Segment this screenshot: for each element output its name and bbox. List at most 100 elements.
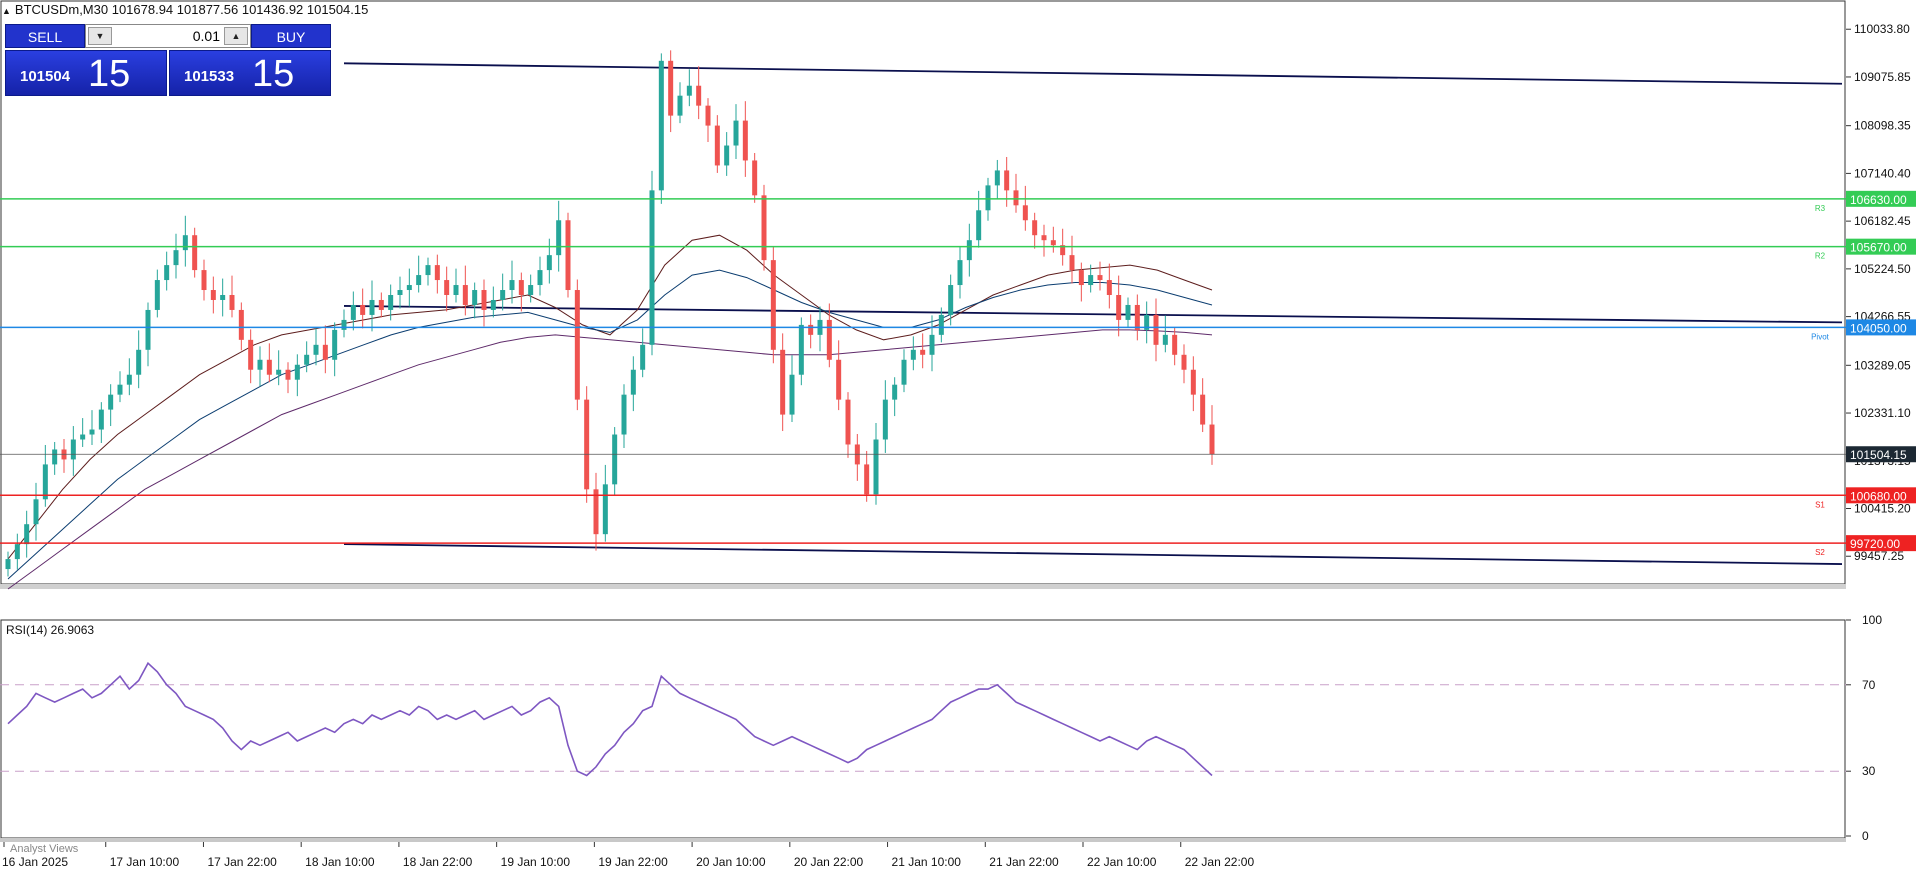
candle-body bbox=[528, 285, 534, 295]
collapse-triangle-icon[interactable]: ▲ bbox=[2, 6, 11, 16]
candle-body bbox=[696, 85, 702, 106]
price-tick-label: 108098.35 bbox=[1854, 119, 1911, 133]
chevron-up-icon[interactable]: ▲ bbox=[224, 27, 248, 45]
price-tick-label: 106182.45 bbox=[1854, 214, 1911, 228]
candle-body bbox=[210, 290, 216, 300]
candle-body bbox=[985, 185, 991, 211]
candle-body bbox=[780, 349, 786, 415]
rsi-title: RSI(14) 26.9063 bbox=[6, 623, 94, 637]
candle-body bbox=[276, 369, 282, 375]
candle-body bbox=[668, 60, 674, 116]
trading-chart-window: 110033.80 109075.85 108098.35 107140.40 1061… bbox=[0, 0, 1916, 874]
price-tick-label: 99457.25 bbox=[1854, 549, 1904, 563]
candle-body bbox=[173, 250, 179, 266]
candle-body bbox=[80, 434, 86, 440]
candle-body bbox=[1153, 314, 1159, 345]
one-click-trading-panel: SELL ▼ ▲ BUY 101504 15 101533 15 bbox=[5, 24, 331, 96]
candle-body bbox=[1013, 190, 1019, 206]
candle-body bbox=[789, 374, 795, 415]
candle-body bbox=[733, 120, 739, 146]
candle-body bbox=[1088, 275, 1094, 286]
candle-body bbox=[901, 359, 907, 385]
candle-body bbox=[378, 299, 384, 310]
candle-body bbox=[42, 464, 48, 500]
candle-body bbox=[472, 290, 478, 305]
candle-body bbox=[89, 429, 95, 435]
candle-body bbox=[929, 334, 935, 355]
candle-body bbox=[5, 559, 11, 570]
candle-body bbox=[70, 439, 76, 460]
candle-body bbox=[1032, 220, 1038, 236]
ask-price-pips: 15 bbox=[252, 53, 295, 95]
pane-splitter[interactable] bbox=[0, 584, 1846, 589]
candle-body bbox=[845, 399, 851, 445]
lot-size-input[interactable] bbox=[114, 28, 220, 44]
rsi-plot-frame bbox=[0, 619, 1846, 839]
symbol-ohlc: BTCUSDm,M30 101678.94 101877.56 101436.9… bbox=[14, 2, 369, 17]
chevron-down-icon[interactable]: ▼ bbox=[88, 27, 112, 45]
ask-price-button[interactable]: 101533 15 bbox=[169, 50, 331, 96]
candle-body bbox=[164, 265, 170, 281]
time-tick-label: 19 Jan 10:00 bbox=[501, 855, 571, 869]
sell-button[interactable]: SELL bbox=[5, 24, 85, 48]
candle-body bbox=[724, 145, 730, 166]
symbol-info: ▲ BTCUSDm,M30 101678.94 101877.56 101436.… bbox=[2, 2, 368, 17]
chart-canvas[interactable]: 110033.80 109075.85 108098.35 107140.40 1061… bbox=[0, 0, 1916, 874]
candle-body bbox=[677, 95, 683, 116]
candle-body bbox=[1050, 240, 1056, 246]
level-price-label: 106630.00 bbox=[1850, 193, 1907, 207]
moving-average-line bbox=[7, 269, 1213, 580]
candle-body bbox=[537, 270, 543, 286]
lot-size-control: ▼ ▲ bbox=[85, 24, 251, 48]
rsi-tick-label: 0 bbox=[1862, 829, 1869, 843]
rsi-tick-label: 70 bbox=[1862, 678, 1876, 692]
candle-body bbox=[257, 359, 263, 370]
candle-body bbox=[500, 290, 506, 300]
candle-body bbox=[770, 260, 776, 350]
price-tick-label: 107140.40 bbox=[1854, 166, 1911, 180]
level-tag-r3: R3 bbox=[1815, 204, 1826, 213]
candle-body bbox=[948, 285, 954, 315]
candle-body bbox=[416, 275, 422, 286]
price-tick-label: 100415.20 bbox=[1854, 502, 1911, 516]
level-tag-pivot: Pivot bbox=[1811, 332, 1830, 341]
time-tick-label: 20 Jan 22:00 bbox=[794, 855, 864, 869]
moving-average-line bbox=[7, 329, 1213, 590]
candle-body bbox=[518, 280, 524, 295]
candle-body bbox=[808, 324, 814, 335]
candle-body bbox=[201, 270, 207, 291]
candle-body bbox=[836, 359, 842, 400]
bid-price-button[interactable]: 101504 15 bbox=[5, 50, 167, 96]
candle-body bbox=[565, 220, 571, 291]
candle-body bbox=[1125, 304, 1131, 320]
candle-body bbox=[14, 544, 20, 560]
candle-body bbox=[229, 295, 235, 310]
analyst-views-tab[interactable]: Analyst Views bbox=[10, 843, 78, 855]
candle-body bbox=[1172, 334, 1178, 355]
candle-body bbox=[882, 399, 888, 440]
price-tick-label: 105224.50 bbox=[1854, 262, 1911, 276]
candle-body bbox=[1078, 270, 1084, 286]
time-tick-label: 17 Jan 10:00 bbox=[110, 855, 180, 869]
bottom-splitter[interactable] bbox=[0, 838, 1846, 842]
candle-body bbox=[294, 364, 300, 380]
candle-body bbox=[1209, 424, 1215, 455]
candle-body bbox=[1190, 369, 1196, 395]
time-tick-label: 18 Jan 22:00 bbox=[403, 855, 473, 869]
candle-body bbox=[360, 304, 366, 315]
candle-body bbox=[33, 499, 39, 525]
candle-body bbox=[630, 369, 636, 395]
candle-body bbox=[574, 290, 580, 400]
candle-body bbox=[369, 299, 375, 315]
candle-body bbox=[658, 60, 664, 191]
buy-button[interactable]: BUY bbox=[251, 24, 331, 48]
moving-average-line bbox=[7, 234, 1213, 560]
rsi-tick-label: 30 bbox=[1862, 764, 1876, 778]
candle-body bbox=[742, 120, 748, 161]
candle-body bbox=[350, 304, 356, 320]
candle-body bbox=[798, 324, 804, 375]
candle-body bbox=[220, 295, 226, 300]
candle-body bbox=[1097, 275, 1103, 281]
time-axis: 16 Jan 2025 17 Jan 10:00 17 Jan 22:00 18 Ja… bbox=[2, 842, 1254, 869]
candle-body bbox=[873, 439, 879, 495]
